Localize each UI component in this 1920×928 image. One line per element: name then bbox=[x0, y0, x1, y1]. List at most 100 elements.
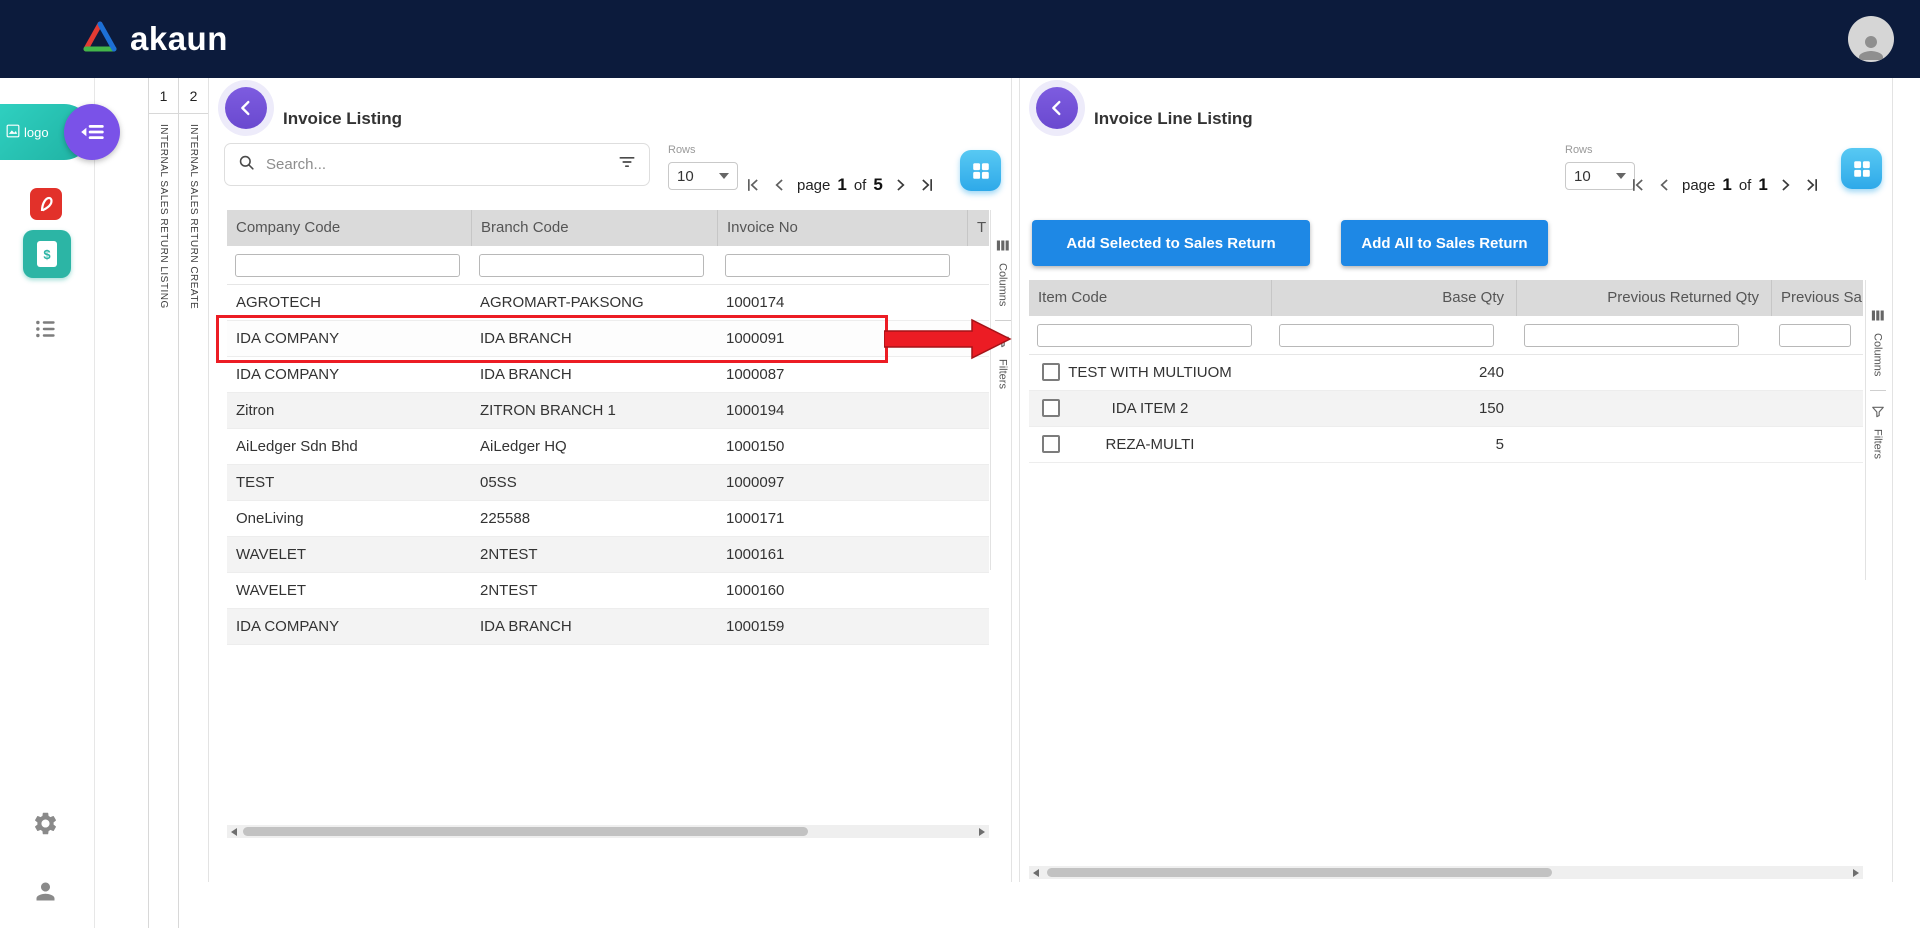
columns-toggle[interactable]: Columns bbox=[997, 263, 1009, 306]
prev-page-button[interactable] bbox=[770, 175, 790, 195]
filter-input-invoice-no[interactable] bbox=[725, 254, 950, 277]
cell-previous-returned-qty bbox=[1516, 355, 1771, 390]
cell-company-code: TEST bbox=[227, 465, 471, 500]
filter-list-icon[interactable] bbox=[617, 152, 637, 177]
columns-toggle[interactable]: Columns bbox=[1872, 333, 1884, 376]
prev-page-button[interactable] bbox=[1655, 175, 1675, 195]
horizontal-scrollbar[interactable] bbox=[227, 825, 989, 838]
table-row[interactable]: REZA-MULTI 5 bbox=[1029, 427, 1863, 463]
rows-per-page-select[interactable]: 10 bbox=[1565, 162, 1635, 190]
table-row-selected[interactable]: IDA COMPANY IDA BRANCH 1000091 bbox=[227, 321, 989, 357]
last-page-button[interactable] bbox=[1802, 175, 1822, 195]
tab-internal-sales-return-create[interactable]: 2 INTERNAL SALES RETURN CREATE bbox=[178, 78, 208, 928]
cell-branch-code: AGROMART-PAKSONG bbox=[471, 285, 717, 320]
filter-input-previous-sales[interactable] bbox=[1779, 324, 1851, 347]
row-checkbox[interactable] bbox=[1042, 363, 1060, 381]
table-row[interactable]: Zitron ZITRON BRANCH 1 1000194 bbox=[227, 393, 989, 429]
first-page-button[interactable] bbox=[1628, 175, 1648, 195]
tab-number: 2 bbox=[179, 78, 208, 114]
tab-number: 1 bbox=[149, 78, 178, 114]
cell-branch-code: 2NTEST bbox=[471, 537, 717, 572]
cell-invoice-no: 1000097 bbox=[717, 465, 967, 500]
current-page: 1 bbox=[1722, 175, 1731, 195]
cell-invoice-no: 1000171 bbox=[717, 501, 967, 536]
filter-row bbox=[1029, 316, 1863, 355]
horizontal-scrollbar[interactable] bbox=[1029, 866, 1863, 879]
column-header-previous-sales[interactable]: Previous Sa bbox=[1771, 280, 1863, 316]
search-icon bbox=[237, 153, 256, 177]
table-row[interactable]: IDA COMPANY IDA BRANCH 1000159 bbox=[227, 609, 989, 645]
scrollbar-thumb[interactable] bbox=[1047, 868, 1552, 877]
next-page-button[interactable] bbox=[890, 175, 910, 195]
back-button[interactable] bbox=[1036, 87, 1078, 129]
user-avatar[interactable] bbox=[1848, 16, 1894, 62]
column-header-company-code[interactable]: Company Code bbox=[227, 210, 471, 246]
filters-toggle[interactable]: Filters bbox=[1872, 429, 1884, 459]
add-selected-to-sales-return-button[interactable]: Add Selected to Sales Return bbox=[1032, 220, 1310, 266]
sidebar-item-billing[interactable]: $ bbox=[23, 230, 71, 278]
search-box bbox=[224, 143, 650, 186]
table-row[interactable]: OneLiving 225588 1000171 bbox=[227, 501, 989, 537]
pagination: page 1 of 5 bbox=[743, 170, 937, 200]
table-row[interactable]: AiLedger Sdn Bhd AiLedger HQ 1000150 bbox=[227, 429, 989, 465]
chevron-down-icon bbox=[1616, 173, 1626, 179]
cell-company-code: IDA COMPANY bbox=[227, 321, 471, 356]
row-checkbox[interactable] bbox=[1042, 435, 1060, 453]
filter-input-company-code[interactable] bbox=[235, 254, 460, 277]
grid-view-button[interactable] bbox=[960, 150, 1001, 191]
table-row[interactable]: IDA COMPANY IDA BRANCH 1000087 bbox=[227, 357, 989, 393]
grid-view-button[interactable] bbox=[1841, 148, 1882, 189]
filter-input-base-qty[interactable] bbox=[1279, 324, 1494, 347]
rows-per-page-select[interactable]: 10 bbox=[668, 162, 738, 190]
column-header-truncated[interactable]: T bbox=[967, 210, 989, 246]
cell-company-code: WAVELET bbox=[227, 573, 471, 608]
cell-base-qty: 150 bbox=[1271, 391, 1516, 426]
scroll-left-arrow[interactable] bbox=[1033, 869, 1039, 877]
sidebar-item-profile[interactable] bbox=[32, 878, 59, 905]
table-header-row: Item Code Base Qty Previous Returned Qty… bbox=[1029, 280, 1863, 316]
filter-input-branch-code[interactable] bbox=[479, 254, 704, 277]
filter-input-previous-returned-qty[interactable] bbox=[1524, 324, 1739, 347]
cell-previous-sales bbox=[1771, 355, 1863, 390]
cell-previous-sales bbox=[1771, 427, 1863, 462]
sidebar-item-list[interactable] bbox=[33, 316, 59, 342]
tab-internal-sales-return-listing[interactable]: 1 INTERNAL SALES RETURN LISTING bbox=[148, 78, 178, 928]
table-row[interactable]: IDA ITEM 2 150 bbox=[1029, 391, 1863, 427]
row-checkbox[interactable] bbox=[1042, 399, 1060, 417]
column-header-base-qty[interactable]: Base Qty bbox=[1271, 280, 1516, 316]
table-row[interactable]: WAVELET 2NTEST 1000161 bbox=[227, 537, 989, 573]
last-page-button[interactable] bbox=[917, 175, 937, 195]
sidebar-item-pdf[interactable] bbox=[30, 188, 62, 220]
search-input[interactable] bbox=[264, 155, 617, 174]
filters-toggle[interactable]: Filters bbox=[997, 359, 1009, 389]
columns-icon bbox=[995, 238, 1010, 258]
filter-input-item-code[interactable] bbox=[1037, 324, 1252, 347]
column-header-item-code[interactable]: Item Code bbox=[1029, 280, 1271, 316]
cell-extra bbox=[967, 501, 989, 536]
table-row[interactable]: TEST 05SS 1000097 bbox=[227, 465, 989, 501]
table-row[interactable]: TEST WITH MULTIUOM 240 bbox=[1029, 355, 1863, 391]
sidebar-menu-button[interactable] bbox=[64, 104, 120, 160]
sidebar-item-settings[interactable] bbox=[32, 810, 59, 837]
page-title: Invoice Listing bbox=[283, 109, 402, 129]
grid-icon bbox=[1851, 158, 1873, 180]
cell-extra bbox=[967, 573, 989, 608]
column-header-invoice-no[interactable]: Invoice No bbox=[717, 210, 967, 246]
cell-invoice-no: 1000174 bbox=[717, 285, 967, 320]
gear-icon bbox=[32, 810, 59, 837]
back-button[interactable] bbox=[225, 87, 267, 129]
first-page-button[interactable] bbox=[743, 175, 763, 195]
table-row[interactable]: WAVELET 2NTEST 1000160 bbox=[227, 573, 989, 609]
invoice-doc-icon: $ bbox=[37, 241, 57, 267]
scroll-right-arrow[interactable] bbox=[979, 828, 985, 836]
scroll-left-arrow[interactable] bbox=[231, 828, 237, 836]
next-page-button[interactable] bbox=[1775, 175, 1795, 195]
add-all-to-sales-return-button[interactable]: Add All to Sales Return bbox=[1341, 220, 1548, 266]
column-header-previous-returned-qty[interactable]: Previous Returned Qty bbox=[1516, 280, 1771, 316]
scroll-right-arrow[interactable] bbox=[1853, 869, 1859, 877]
scrollbar-thumb[interactable] bbox=[243, 827, 808, 836]
total-pages: 5 bbox=[873, 175, 882, 195]
table-row[interactable]: AGROTECH AGROMART-PAKSONG 1000174 bbox=[227, 285, 989, 321]
cell-branch-code: IDA BRANCH bbox=[471, 609, 717, 644]
column-header-branch-code[interactable]: Branch Code bbox=[471, 210, 717, 246]
